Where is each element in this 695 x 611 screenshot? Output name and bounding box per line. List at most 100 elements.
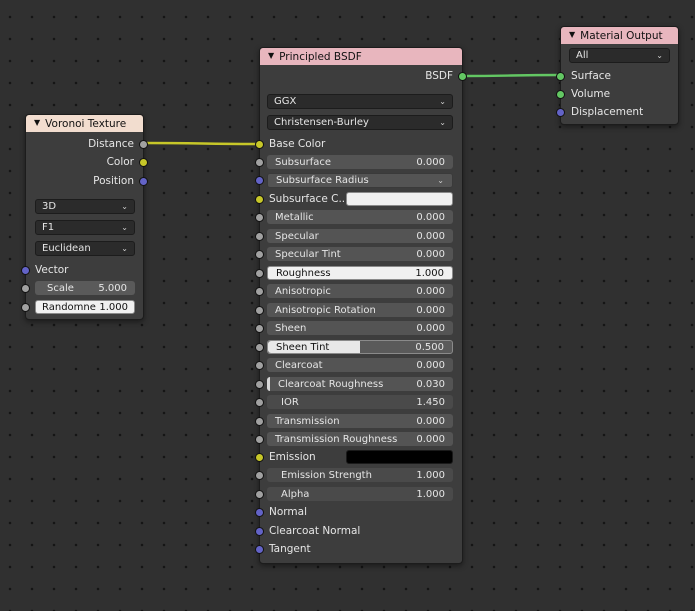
output-node-header[interactable]: ▼ Material Output <box>561 27 678 44</box>
socket-surface-input[interactable] <box>556 72 565 81</box>
chevron-down-icon[interactable]: ▼ <box>268 51 274 60</box>
specular-label: Specular <box>275 230 319 242</box>
anisotropic-rotation-value: 0.000 <box>416 304 445 316</box>
distribution-dropdown[interactable]: GGX ⌄ <box>267 94 453 109</box>
subsurface-method-dropdown[interactable]: Christensen-Burley ⌄ <box>267 115 453 130</box>
output-label-color: Color <box>106 156 134 168</box>
subsurface-radius-dropdown[interactable]: Subsurface Radius ⌄ <box>267 173 453 188</box>
transmission-roughness-field[interactable]: Transmission Roughness 0.000 <box>267 432 453 446</box>
subsurface-label: Subsurface <box>275 156 331 168</box>
clearcoat-field[interactable]: Clearcoat 0.000 <box>267 358 453 372</box>
socket-emission-strength-input[interactable] <box>255 471 264 480</box>
socket-subsurface-color-input[interactable] <box>255 195 264 204</box>
scale-field[interactable]: Scale 5.000 <box>35 281 135 295</box>
input-row-sheen-tint: Sheen Tint 0.500 <box>255 338 462 356</box>
socket-alpha-input[interactable] <box>255 490 264 499</box>
transmission-field[interactable]: Transmission 0.000 <box>267 414 453 428</box>
specular-field[interactable]: Specular 0.000 <box>267 229 453 243</box>
input-row-subsurface: Subsurface 0.000 <box>255 153 462 171</box>
metallic-field[interactable]: Metallic 0.000 <box>267 210 453 224</box>
socket-clearcoat-roughness-input[interactable] <box>255 380 264 389</box>
material-output-node[interactable]: ▼ Material Output All ⌄ Surface Volume D… <box>556 26 679 125</box>
input-row-metallic: Metallic 0.000 <box>255 208 462 226</box>
emission-strength-field[interactable]: Emission Strength 1.000 <box>267 468 453 482</box>
voronoi-texture-node[interactable]: ▼ Voronoi Texture Distance Color Positio… <box>21 114 148 320</box>
socket-emission-input[interactable] <box>255 453 264 462</box>
input-row-subsurface-color: Subsurface C.. <box>255 190 462 208</box>
socket-sheen-tint-input[interactable] <box>255 343 264 352</box>
input-row-clearcoat-normal: Clearcoat Normal <box>255 522 462 540</box>
socket-scale-input[interactable] <box>21 284 30 293</box>
socket-position-output[interactable] <box>139 177 148 186</box>
sheen-tint-field[interactable]: Sheen Tint 0.500 <box>267 340 453 354</box>
clearcoat-normal-label: Clearcoat Normal <box>269 525 361 537</box>
socket-metallic-input[interactable] <box>255 213 264 222</box>
sheen-value: 0.000 <box>416 322 445 334</box>
voronoi-node-header[interactable]: ▼ Voronoi Texture <box>26 115 143 132</box>
metric-dropdown[interactable]: Euclidean ⌄ <box>35 241 135 256</box>
input-row-clearcoat: Clearcoat 0.000 <box>255 356 462 374</box>
input-label-vector: Vector <box>35 264 69 276</box>
ior-label: IOR <box>281 396 299 408</box>
sheen-field[interactable]: Sheen 0.000 <box>267 321 453 335</box>
socket-normal-input[interactable] <box>255 508 264 517</box>
scale-value: 5.000 <box>98 282 127 294</box>
socket-sheen-input[interactable] <box>255 324 264 333</box>
socket-randomness-input[interactable] <box>21 303 30 312</box>
socket-transmission-input[interactable] <box>255 417 264 426</box>
specular-tint-label: Specular Tint <box>275 248 341 260</box>
output-label-bsdf: BSDF <box>425 70 453 82</box>
subsurface-method-value: Christensen-Burley <box>274 117 369 128</box>
socket-bsdf-output[interactable] <box>458 72 467 81</box>
output-row-distance: Distance <box>26 135 148 153</box>
displacement-label: Displacement <box>571 106 644 118</box>
subsurface-value: 0.000 <box>416 156 445 168</box>
clearcoat-roughness-value: 0.030 <box>416 378 445 390</box>
output-target-dropdown[interactable]: All ⌄ <box>569 48 670 63</box>
socket-color-output[interactable] <box>139 158 148 167</box>
socket-ior-input[interactable] <box>255 398 264 407</box>
socket-transmission-roughness-input[interactable] <box>255 435 264 444</box>
socket-roughness-input[interactable] <box>255 269 264 278</box>
ior-field[interactable]: IOR 1.450 <box>267 395 453 409</box>
dimensions-dropdown[interactable]: 3D ⌄ <box>35 199 135 214</box>
chevron-down-icon[interactable]: ▼ <box>34 118 40 127</box>
subsurface-field[interactable]: Subsurface 0.000 <box>267 155 453 169</box>
clearcoat-roughness-field[interactable]: Clearcoat Roughness 0.030 <box>267 377 453 391</box>
output-row-color: Color <box>26 153 148 171</box>
feature-dropdown[interactable]: F1 ⌄ <box>35 220 135 235</box>
roughness-field[interactable]: Roughness 1.000 <box>267 266 453 280</box>
clearcoat-value: 0.000 <box>416 359 445 371</box>
socket-anisotropic-input[interactable] <box>255 287 264 296</box>
socket-subsurface-radius-input[interactable] <box>255 176 264 185</box>
socket-tangent-input[interactable] <box>255 545 264 554</box>
input-row-clearcoat-roughness: Clearcoat Roughness 0.030 <box>255 375 462 393</box>
anisotropic-rotation-field[interactable]: Anisotropic Rotation 0.000 <box>267 303 453 317</box>
socket-specular-input[interactable] <box>255 232 264 241</box>
anisotropic-field[interactable]: Anisotropic 0.000 <box>267 284 453 298</box>
alpha-field[interactable]: Alpha 1.000 <box>267 487 453 501</box>
socket-base-color-input[interactable] <box>255 140 264 149</box>
socket-displacement-input[interactable] <box>556 108 565 117</box>
input-row-alpha: Alpha 1.000 <box>255 485 462 503</box>
principled-bsdf-node[interactable]: ▼ Principled BSDF BSDF GGX ⌄ Christensen… <box>255 47 467 564</box>
randomness-field[interactable]: Randomne 1.000 <box>35 300 135 314</box>
transmission-label: Transmission <box>275 415 340 427</box>
specular-tint-field[interactable]: Specular Tint 0.000 <box>267 247 453 261</box>
socket-specular-tint-input[interactable] <box>255 250 264 259</box>
input-row-emission-strength: Emission Strength 1.000 <box>255 466 462 484</box>
socket-anisotropic-rotation-input[interactable] <box>255 306 264 315</box>
chevron-down-icon: ⌄ <box>121 244 128 253</box>
socket-vector-input[interactable] <box>21 266 30 275</box>
bsdf-node-header[interactable]: ▼ Principled BSDF <box>260 48 462 65</box>
socket-distance-output[interactable] <box>139 140 148 149</box>
socket-clearcoat-normal-input[interactable] <box>255 527 264 536</box>
subsurface-radius-label: Subsurface Radius <box>276 175 369 186</box>
subsurface-color-swatch[interactable] <box>346 192 453 206</box>
socket-volume-input[interactable] <box>556 90 565 99</box>
socket-subsurface-input[interactable] <box>255 158 264 167</box>
emission-label: Emission <box>269 451 316 463</box>
emission-color-swatch[interactable] <box>346 450 453 464</box>
socket-clearcoat-input[interactable] <box>255 361 264 370</box>
chevron-down-icon[interactable]: ▼ <box>569 30 575 39</box>
